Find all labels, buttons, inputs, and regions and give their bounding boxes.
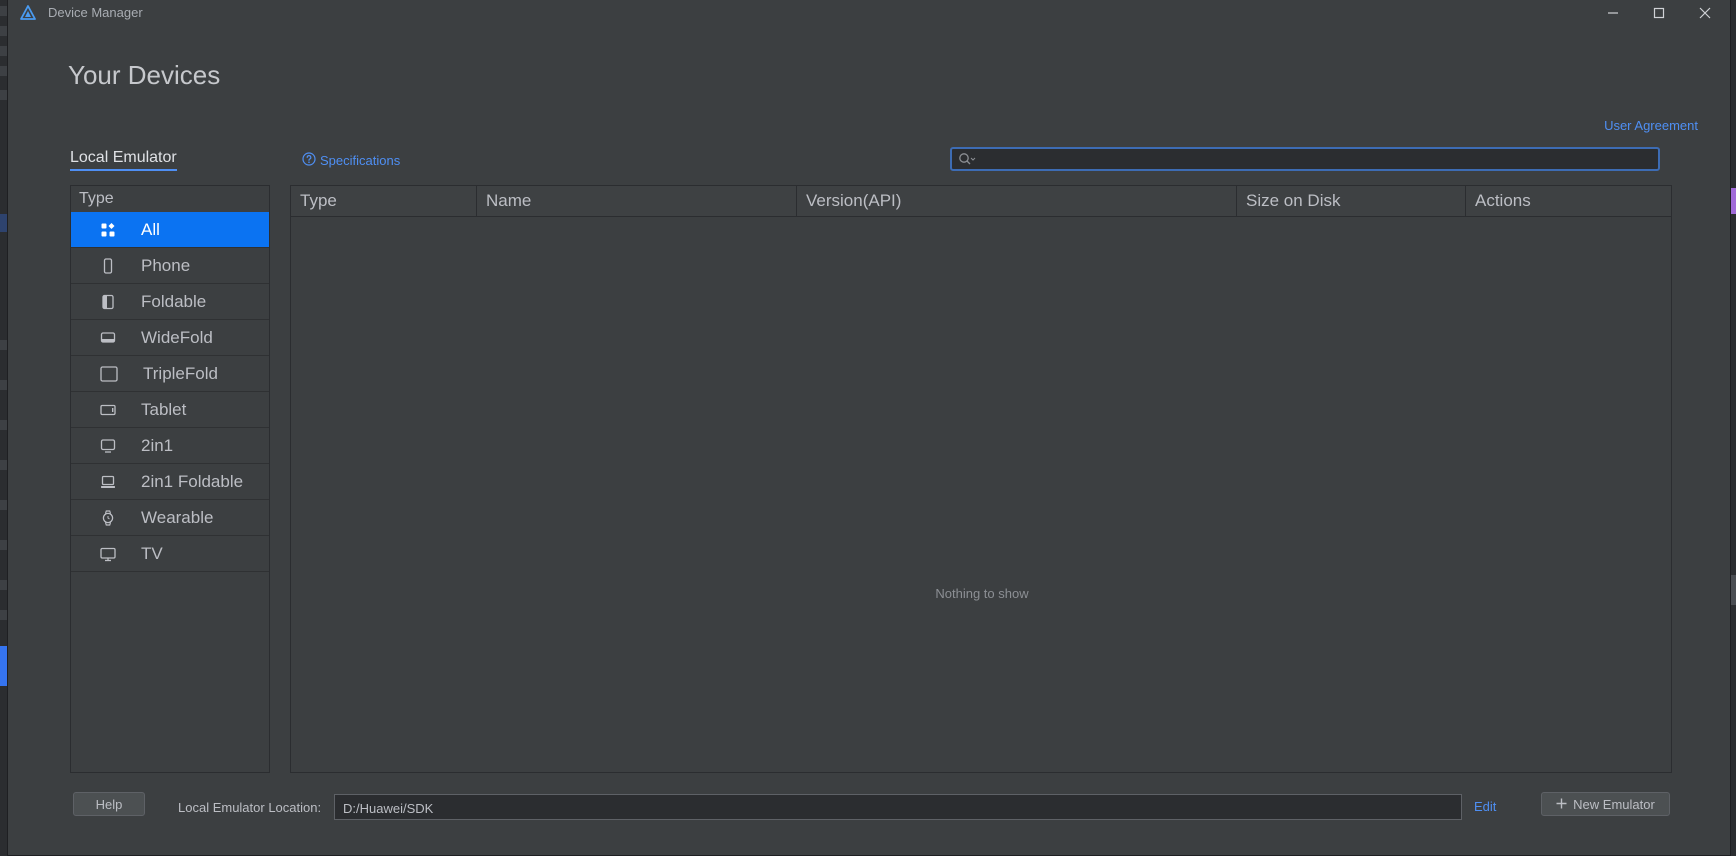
type-item-label: Phone [141,255,191,275]
user-agreement-link[interactable]: User Agreement [1604,118,1698,133]
widefold-icon [100,330,116,346]
minimize-button[interactable] [1590,0,1636,26]
type-item-label: All [141,219,160,239]
device-manager-window: Device Manager Your Devices User Agreeme… [8,0,1730,855]
type-item-label: Tablet [141,399,187,419]
location-field[interactable] [334,794,1462,821]
tablet-icon [100,402,116,418]
new-emulator-button[interactable]: New Emulator [1541,792,1670,816]
laptop-icon [100,474,116,490]
tab-local-emulator[interactable]: Local Emulator [70,149,177,171]
type-item-label: 2in1 Foldable [141,471,244,491]
type-item-label: Wearable [141,507,214,527]
type-panel-header: Type [71,186,269,212]
location-label: Local Emulator Location: [178,800,322,815]
phone-icon [100,258,116,274]
tv-icon [100,546,116,562]
type-item-label: 2in1 [141,435,174,455]
background-ide-right-edge [1730,0,1736,856]
type-item-triplefold[interactable]: TripleFold [71,356,269,392]
triplefold-icon [100,366,118,382]
type-item-label: WideFold [141,327,213,347]
type-item-foldable[interactable]: Foldable [71,284,269,320]
window-title: Device Manager [48,5,143,20]
title-bar: Device Manager [8,0,1730,26]
type-item-widefold[interactable]: WideFold [71,320,269,356]
specifications-label: Specifications [320,153,401,168]
type-item-2in1-foldable[interactable]: 2in1 Foldable [71,464,269,500]
page-title: Your Devices [68,60,221,90]
type-item-label: TripleFold [143,363,218,383]
edit-location-link[interactable]: Edit [1474,799,1496,814]
type-item-label: TV [141,543,163,563]
close-icon [1699,7,1711,19]
type-item-tablet[interactable]: Tablet [71,392,269,428]
column-header-version[interactable]: Version(API) [797,186,1237,216]
watch-icon [100,510,116,526]
type-item-all[interactable]: All [71,212,269,248]
empty-state-text: Nothing to show [935,586,1029,601]
type-item-phone[interactable]: Phone [71,248,269,284]
close-button[interactable] [1682,0,1728,26]
background-ide-left-edge [0,0,8,856]
specifications-link[interactable]: Specifications [302,152,400,169]
grid-icon [100,222,116,238]
device-type-panel: Type All Phone Foldable WideFold TripleF… [70,185,270,773]
maximize-icon [1653,7,1665,19]
minimize-icon [1607,7,1619,19]
search-input[interactable] [980,149,1654,171]
plus-icon [1556,797,1567,812]
column-header-name[interactable]: Name [477,186,797,216]
column-header-type[interactable]: Type [291,186,477,216]
type-item-tv[interactable]: TV [71,536,269,572]
help-button[interactable]: Help [73,792,145,816]
table-header: Type Name Version(API) Size on Disk Acti… [291,186,1671,217]
device-table: Type Name Version(API) Size on Disk Acti… [290,185,1672,773]
location-input[interactable] [341,795,1455,821]
maximize-button[interactable] [1636,0,1682,26]
search-box[interactable] [950,147,1660,171]
search-icon [958,152,976,171]
type-item-label: Foldable [141,291,207,311]
monitor-icon [100,438,116,454]
column-header-actions[interactable]: Actions [1466,186,1671,216]
column-header-size[interactable]: Size on Disk [1237,186,1466,216]
type-item-wearable[interactable]: Wearable [71,500,269,536]
type-item-2in1[interactable]: 2in1 [71,428,269,464]
help-circle-icon [302,152,316,169]
new-emulator-label: New Emulator [1573,796,1655,812]
foldable-icon [100,294,116,310]
app-logo-icon [20,5,36,21]
